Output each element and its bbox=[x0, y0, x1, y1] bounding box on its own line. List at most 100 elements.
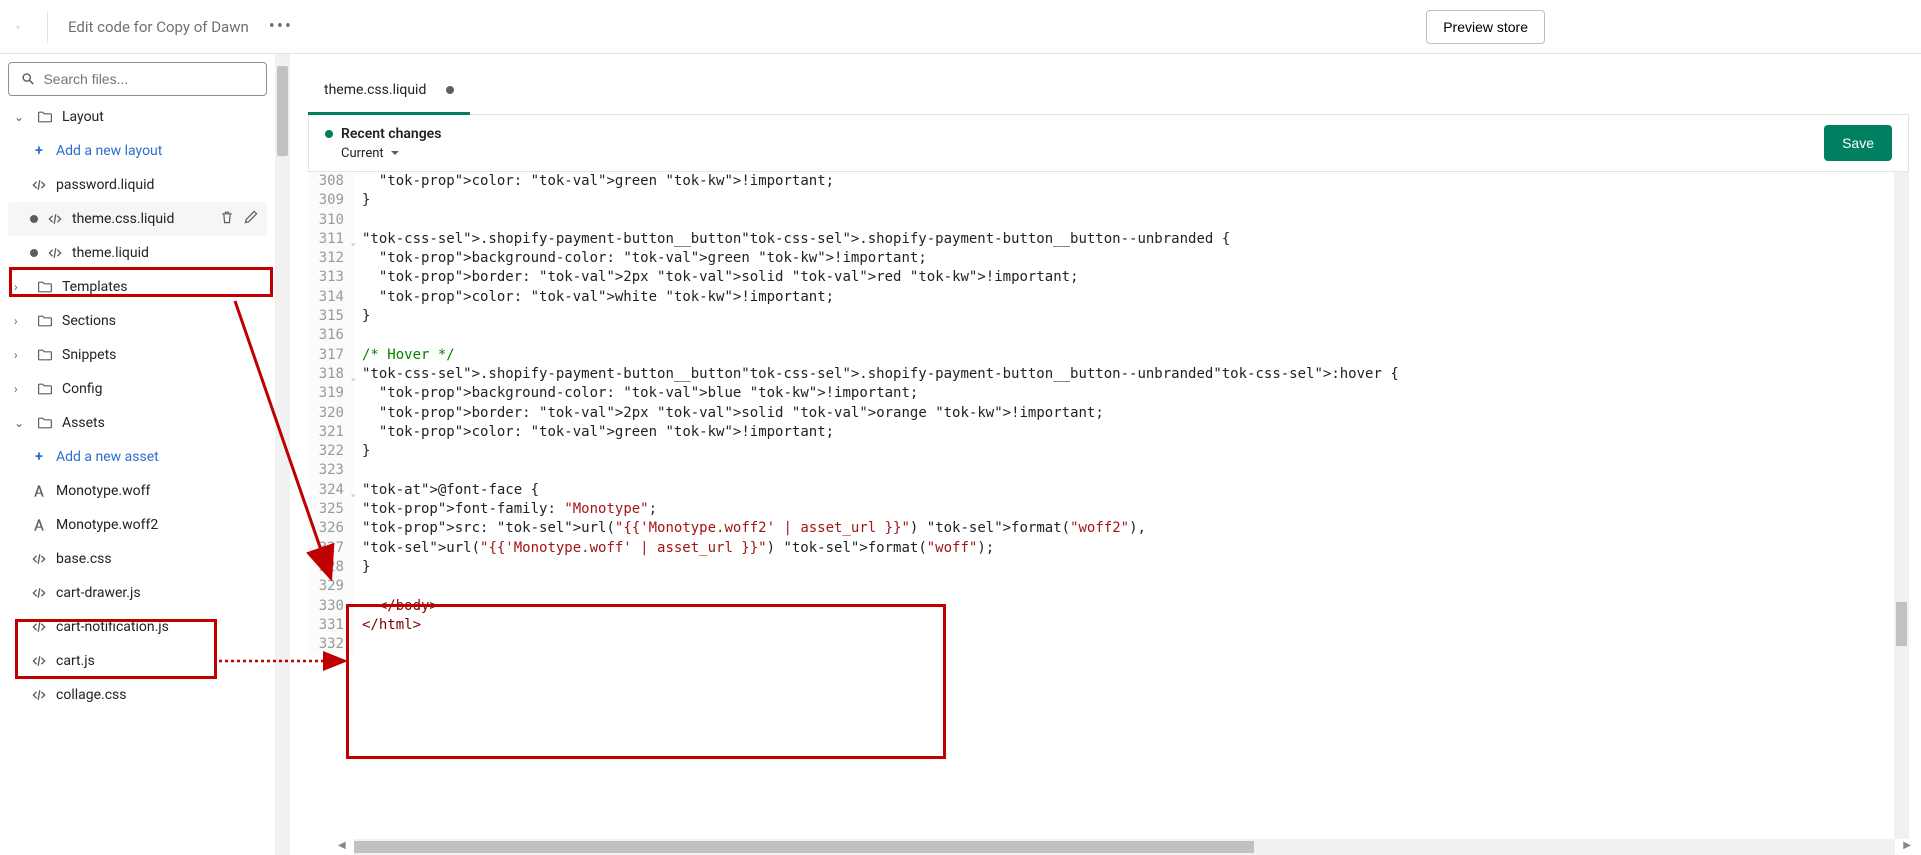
modified-dot-icon bbox=[30, 215, 38, 223]
folder-icon bbox=[36, 380, 54, 398]
font-icon bbox=[30, 516, 48, 534]
search-icon bbox=[21, 71, 35, 87]
item-label: Layout bbox=[62, 109, 104, 125]
item-label: collage.css bbox=[56, 687, 127, 703]
folder-templates[interactable]: ›Templates bbox=[8, 270, 267, 304]
item-label: Add a new asset bbox=[56, 449, 159, 465]
file-item[interactable]: theme.css.liquid bbox=[8, 202, 267, 236]
item-label: Add a new layout bbox=[56, 143, 162, 159]
item-label: base.css bbox=[56, 551, 112, 567]
top-left: Edit code for Copy of Dawn ••• bbox=[16, 11, 293, 43]
file-item[interactable]: cart.js bbox=[8, 644, 267, 678]
code-line: 312 "tok-prop">background-color: "tok-va… bbox=[308, 249, 1894, 268]
modified-indicator-icon bbox=[446, 86, 454, 94]
folder-sections[interactable]: › Sections bbox=[8, 304, 267, 338]
file-item[interactable]: cart-drawer.js bbox=[8, 576, 267, 610]
code-icon bbox=[30, 584, 48, 602]
item-label: Config bbox=[62, 381, 102, 397]
code-line: 323 bbox=[308, 461, 1894, 480]
folder-layout[interactable]: ⌄Layout bbox=[8, 100, 267, 134]
code-editor[interactable]: 308 "tok-prop">color: "tok-val">green "t… bbox=[308, 172, 1894, 839]
chevron-right-icon: › bbox=[14, 280, 28, 294]
line-number: 311⌄ bbox=[308, 230, 354, 249]
save-button[interactable]: Save bbox=[1824, 125, 1892, 161]
code-line: 329 bbox=[308, 577, 1894, 596]
search-input[interactable] bbox=[43, 71, 254, 87]
file-item[interactable]: password.liquid bbox=[8, 168, 267, 202]
rename-icon[interactable] bbox=[243, 209, 259, 229]
search-box[interactable] bbox=[8, 62, 267, 96]
more-menu[interactable]: ••• bbox=[269, 16, 293, 37]
file-item[interactable]: Monotype.woff bbox=[8, 474, 267, 508]
back-button[interactable] bbox=[16, 11, 48, 43]
line-number: 323 bbox=[308, 461, 354, 480]
code-line: 315} bbox=[308, 307, 1894, 326]
code-icon bbox=[30, 686, 48, 704]
code-icon bbox=[30, 550, 48, 568]
line-number: 331 bbox=[308, 616, 354, 635]
line-number: 330 bbox=[308, 597, 354, 616]
preview-store-button[interactable]: Preview store bbox=[1426, 10, 1545, 44]
item-label: cart-drawer.js bbox=[56, 585, 141, 601]
line-number: 321 bbox=[308, 423, 354, 442]
line-number: 313 bbox=[308, 268, 354, 287]
file-item[interactable]: base.css bbox=[8, 542, 267, 576]
editor-toolbar: Recent changes Current Save bbox=[308, 115, 1909, 172]
code-icon bbox=[30, 176, 48, 194]
folder-assets[interactable]: ⌄ Assets bbox=[8, 406, 267, 440]
code-line: 317/* Hover */ bbox=[308, 346, 1894, 365]
item-label: Monotype.woff bbox=[56, 483, 150, 499]
editor-horizontal-scrollbar[interactable] bbox=[354, 839, 1895, 855]
code-icon bbox=[30, 652, 48, 670]
editor-vertical-scrollbar[interactable] bbox=[1894, 172, 1909, 839]
code-icon bbox=[46, 244, 64, 262]
add-link[interactable]: +Add a new asset bbox=[8, 440, 267, 474]
code-line: 324⌄"tok-at">@font-face { bbox=[308, 481, 1894, 500]
item-label: password.liquid bbox=[56, 177, 154, 193]
chevron-right-icon: › bbox=[14, 314, 28, 328]
chevron-down-icon bbox=[390, 148, 400, 158]
code-icon bbox=[46, 210, 64, 228]
code-line: 328} bbox=[308, 558, 1894, 577]
file-item[interactable]: collage.css bbox=[8, 678, 267, 712]
code-line: 330 </body> bbox=[308, 597, 1894, 616]
code-line: 331</html> bbox=[308, 616, 1894, 635]
item-label: Assets bbox=[62, 415, 105, 431]
file-item[interactable]: Monotype.woff2 bbox=[8, 508, 267, 542]
tab-theme-css[interactable]: theme.css.liquid bbox=[308, 70, 470, 115]
folder-icon bbox=[36, 414, 54, 432]
line-number: 329 bbox=[308, 577, 354, 596]
folder-config[interactable]: › Config bbox=[8, 372, 267, 406]
chevron-down-icon: ⌄ bbox=[14, 416, 28, 430]
chevron-right-icon: › bbox=[14, 382, 28, 396]
folder-snippets[interactable]: ›Snippets bbox=[8, 338, 267, 372]
file-item[interactable]: cart-notification.js bbox=[8, 610, 267, 644]
item-label: theme.liquid bbox=[72, 245, 149, 261]
code-line: 314 "tok-prop">color: "tok-val">white "t… bbox=[308, 288, 1894, 307]
line-number: 325 bbox=[308, 500, 354, 519]
editor-tabs: theme.css.liquid bbox=[308, 70, 1909, 115]
add-link[interactable]: +Add a new layout bbox=[8, 134, 267, 168]
line-number: 316 bbox=[308, 326, 354, 345]
delete-icon[interactable] bbox=[219, 209, 235, 229]
page-title: Edit code for Copy of Dawn bbox=[68, 18, 249, 36]
tab-label: theme.css.liquid bbox=[324, 82, 426, 98]
top-bar: Edit code for Copy of Dawn ••• Preview s… bbox=[0, 0, 1921, 54]
folder-icon bbox=[36, 312, 54, 330]
sidebar-scrollbar[interactable] bbox=[275, 54, 290, 855]
version-selector[interactable]: Current bbox=[325, 146, 441, 161]
code-line: 322} bbox=[308, 442, 1894, 461]
line-number: 317 bbox=[308, 346, 354, 365]
item-label: Sections bbox=[62, 313, 116, 329]
code-line: 319 "tok-prop">background-color: "tok-va… bbox=[308, 384, 1894, 403]
code-line: 310 bbox=[308, 211, 1894, 230]
line-number: 318⌄ bbox=[308, 365, 354, 384]
line-number: 315 bbox=[308, 307, 354, 326]
code-line: 316 bbox=[308, 326, 1894, 345]
code-line: 320 "tok-prop">border: "tok-val">2px "to… bbox=[308, 404, 1894, 423]
code-line: 311⌄"tok-css-sel">.shopify-payment-butto… bbox=[308, 230, 1894, 249]
code-line: 332 bbox=[308, 635, 1894, 654]
file-item[interactable]: theme.liquid bbox=[8, 236, 267, 270]
code-line: 326"tok-prop">src: "tok-sel">url("{{'Mon… bbox=[308, 519, 1894, 538]
file-sidebar: ⌄Layout+Add a new layoutpassword.liquidt… bbox=[0, 54, 275, 855]
